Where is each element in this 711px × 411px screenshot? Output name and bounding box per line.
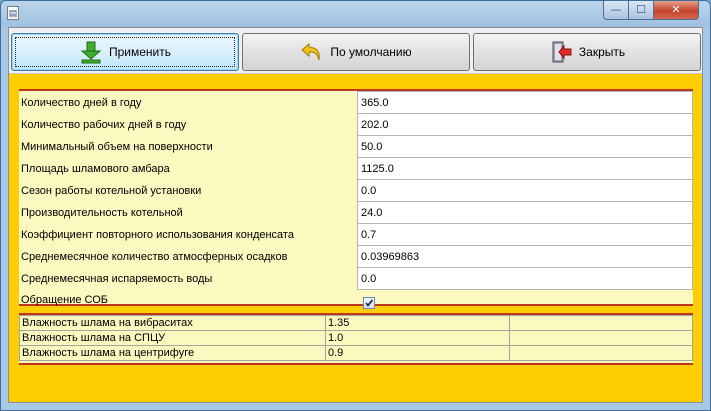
close-button[interactable]: Закрыть xyxy=(473,33,701,71)
maximize-button[interactable]: ☐ xyxy=(628,1,654,20)
exit-door-icon xyxy=(549,40,573,64)
param-value-field[interactable]: 0.03969863 xyxy=(357,245,693,268)
humidity-label: Влажность шлама на центрифуге xyxy=(19,345,326,361)
param-value-field[interactable]: 1125.0 xyxy=(357,157,693,180)
param-value-field[interactable]: 0.0 xyxy=(357,179,693,202)
param-label: Площадь шламового амбара xyxy=(21,162,170,175)
close-button-label: Закрыть xyxy=(578,45,626,59)
param-row: Количество рабочих дней в году 202.0 xyxy=(19,113,693,136)
param-row: Количество дней в году 365.0 xyxy=(19,91,693,114)
apply-button[interactable]: Применить xyxy=(11,33,239,71)
param-row: Среднемесячная испаряемость воды 0.0 xyxy=(19,267,693,290)
humidity-extra-cell[interactable] xyxy=(509,330,693,346)
param-label: Производительность котельной xyxy=(21,206,183,219)
param-value-field[interactable]: 24.0 xyxy=(357,201,693,224)
humidity-extra-cell[interactable] xyxy=(509,345,693,361)
undo-arrow-icon xyxy=(300,40,324,64)
param-row: Среднемесячное количество атмосферных ос… xyxy=(19,245,693,268)
app-icon[interactable]: ▤ xyxy=(7,6,19,20)
humidity-label: Влажность шлама на СПЦУ xyxy=(19,330,326,346)
humidity-row: Влажность шлама на вибраситах 1.35 xyxy=(19,315,693,331)
param-label: Сезон работы котельной установки xyxy=(21,184,202,197)
param-row: Коэффициент повторного использования кон… xyxy=(19,223,693,246)
sob-row: Обращение СОБ xyxy=(19,290,693,312)
param-row: Минимальный объем на поверхности 50.0 xyxy=(19,135,693,158)
humidity-value-field[interactable]: 0.9 xyxy=(325,345,510,361)
form-client-area: Применить По умолчанию Закрыть Количеств… xyxy=(8,27,703,403)
close-window-button[interactable]: ✕ xyxy=(653,1,699,20)
sob-label: Обращение СОБ xyxy=(21,294,109,307)
param-row: Производительность котельной 24.0 xyxy=(19,201,693,224)
download-arrow-icon xyxy=(79,40,103,64)
param-label: Коэффициент повторного использования кон… xyxy=(21,228,294,241)
param-row: Площадь шламового амбара 1125.0 xyxy=(19,157,693,180)
humidity-value-field[interactable]: 1.0 xyxy=(325,330,510,346)
param-label: Количество дней в году xyxy=(21,96,142,109)
humidity-value-field[interactable]: 1.35 xyxy=(325,315,510,331)
defaults-button-label: По умолчанию xyxy=(330,45,412,59)
param-value-field[interactable]: 0.0 xyxy=(357,267,693,290)
sob-checkbox[interactable] xyxy=(362,296,375,309)
param-value-field[interactable]: 202.0 xyxy=(357,113,693,136)
humidity-row: Влажность шлама на центрифуге 0.9 xyxy=(19,345,693,361)
param-label: Среднемесячная испаряемость воды xyxy=(21,272,213,285)
humidity-row: Влажность шлама на СПЦУ 1.0 xyxy=(19,330,693,346)
param-value-field[interactable]: 50.0 xyxy=(357,135,693,158)
minimize-button[interactable]: — xyxy=(603,1,629,20)
humidity-extra-cell[interactable] xyxy=(509,315,693,331)
toolbar: Применить По умолчанию Закрыть xyxy=(9,28,702,74)
param-label: Среднемесячное количество атмосферных ос… xyxy=(21,250,288,263)
humidity-table: Влажность шлама на вибраситах 1.35 Влажн… xyxy=(19,315,693,361)
parameters-panel: Количество дней в году 365.0 Количество … xyxy=(19,89,693,309)
checkmark-icon xyxy=(364,298,373,307)
sob-checkbox-cell xyxy=(358,290,693,312)
param-label: Минимальный объем на поверхности xyxy=(21,140,213,153)
humidity-label: Влажность шлама на вибраситах xyxy=(19,315,326,331)
humidity-panel: Влажность шлама на вибраситах 1.35 Влажн… xyxy=(19,313,693,365)
param-row: Сезон работы котельной установки 0.0 xyxy=(19,179,693,202)
app-window: ▤ — ☐ ✕ Применить По умолчанию Закрыть К… xyxy=(0,0,711,411)
defaults-button[interactable]: По умолчанию xyxy=(242,33,470,71)
apply-button-label: Применить xyxy=(108,45,171,59)
param-value-field[interactable]: 0.7 xyxy=(357,223,693,246)
parameters-table: Количество дней в году 365.0 Количество … xyxy=(19,91,693,311)
param-value-field[interactable]: 365.0 xyxy=(357,91,693,114)
title-bar[interactable]: ▤ — ☐ ✕ xyxy=(1,1,710,27)
param-label: Количество рабочих дней в году xyxy=(21,118,187,131)
